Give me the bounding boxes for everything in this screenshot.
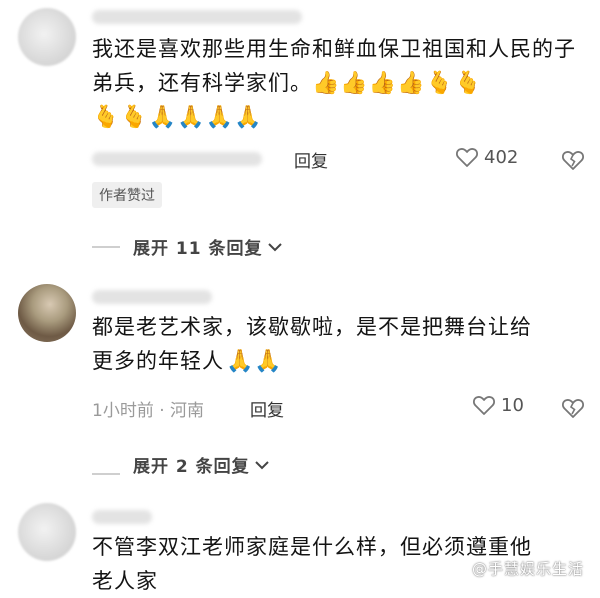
like-button[interactable]: 10	[472, 394, 524, 416]
avatar[interactable]	[18, 284, 76, 342]
chevron-down-icon	[267, 242, 282, 251]
broken-heart-icon[interactable]	[561, 397, 585, 419]
username-blurred[interactable]	[92, 10, 302, 24]
chevron-down-icon	[254, 460, 269, 469]
emoji-group: 🫰🫰🙏🙏🙏🙏	[92, 105, 263, 130]
like-count: 402	[484, 146, 519, 168]
avatar[interactable]	[18, 503, 76, 561]
like-button[interactable]: 402	[455, 146, 518, 168]
reply-button[interactable]: 回复	[250, 396, 284, 421]
like-count: 10	[501, 394, 524, 416]
username-blurred[interactable]	[92, 510, 152, 524]
username-blurred[interactable]	[92, 290, 212, 304]
author-liked-tag: 作者赞过	[92, 182, 162, 208]
expand-replies-label: 展开 2 条回复	[133, 457, 250, 477]
expand-replies-button[interactable]: 展开 11 条回复	[133, 234, 283, 259]
heart-outline-icon	[472, 396, 496, 415]
comment-meta: 1小时前 · 河南	[92, 401, 205, 421]
divider	[92, 246, 120, 248]
comment-text: 都是老艺术家，该歇歇啦，是不是把舞台让给 更多的年轻人🙏🙏	[92, 310, 592, 378]
divider	[92, 473, 120, 475]
avatar[interactable]	[18, 8, 76, 66]
emoji-group: 🙏🙏	[226, 349, 283, 374]
emoji-group: 👍👍👍👍🫰🫰	[312, 71, 483, 96]
meta-blurred	[92, 152, 262, 166]
comment-text: 我还是喜欢那些用生命和鲜血保卫祖国和人民的子弟兵，还有科学家们。👍👍👍👍🫰🫰 🫰…	[92, 32, 592, 134]
heart-outline-icon	[455, 148, 479, 167]
broken-heart-icon[interactable]	[561, 149, 585, 171]
reply-button[interactable]: 回复	[294, 147, 328, 172]
watermark: @手慧娱乐生活	[472, 560, 585, 578]
expand-replies-label: 展开 11 条回复	[133, 239, 263, 259]
expand-replies-button[interactable]: 展开 2 条回复	[133, 452, 270, 477]
